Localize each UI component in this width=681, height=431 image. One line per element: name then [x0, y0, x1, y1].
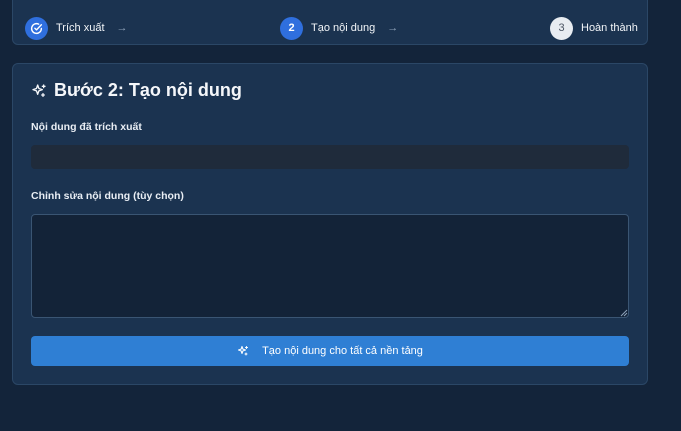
extracted-content-box — [31, 145, 629, 169]
card-heading: Bước 2: Tạo nội dung — [31, 80, 242, 101]
progress-stepper: Trích xuất → 2 Tạo nội dung → 3 Hoàn thà… — [12, 0, 648, 45]
resize-handle-icon[interactable] — [620, 309, 628, 317]
step-complete[interactable]: 3 Hoàn thành — [550, 15, 638, 41]
arrow-right-icon: → — [387, 22, 399, 34]
check-circle-icon — [25, 16, 48, 40]
generate-content-button[interactable]: Tạo nội dung cho tất cả nền tảng — [31, 336, 629, 366]
step-label: Tạo nội dung — [311, 22, 376, 34]
edit-content-textarea[interactable] — [31, 214, 629, 318]
edit-content-label: Chỉnh sửa nội dung (tùy chọn) — [31, 190, 184, 202]
page-title: Bước 2: Tạo nội dung — [54, 80, 242, 100]
sparkles-icon — [238, 345, 249, 356]
step-create[interactable]: 2 Tạo nội dung → — [280, 15, 398, 41]
sparkles-icon — [32, 83, 46, 97]
step-extract[interactable]: Trích xuất → — [25, 15, 128, 41]
extracted-content-label: Nội dung đã trích xuất — [31, 121, 142, 133]
step-label: Hoàn thành — [581, 22, 638, 34]
step-number: 2 — [280, 16, 303, 40]
content-card: Bước 2: Tạo nội dung Nội dung đã trích x… — [12, 63, 648, 385]
step-number: 3 — [550, 16, 573, 40]
step-label: Trích xuất — [56, 22, 105, 34]
generate-button-label: Tạo nội dung cho tất cả nền tảng — [262, 345, 423, 357]
arrow-right-icon: → — [116, 22, 128, 34]
